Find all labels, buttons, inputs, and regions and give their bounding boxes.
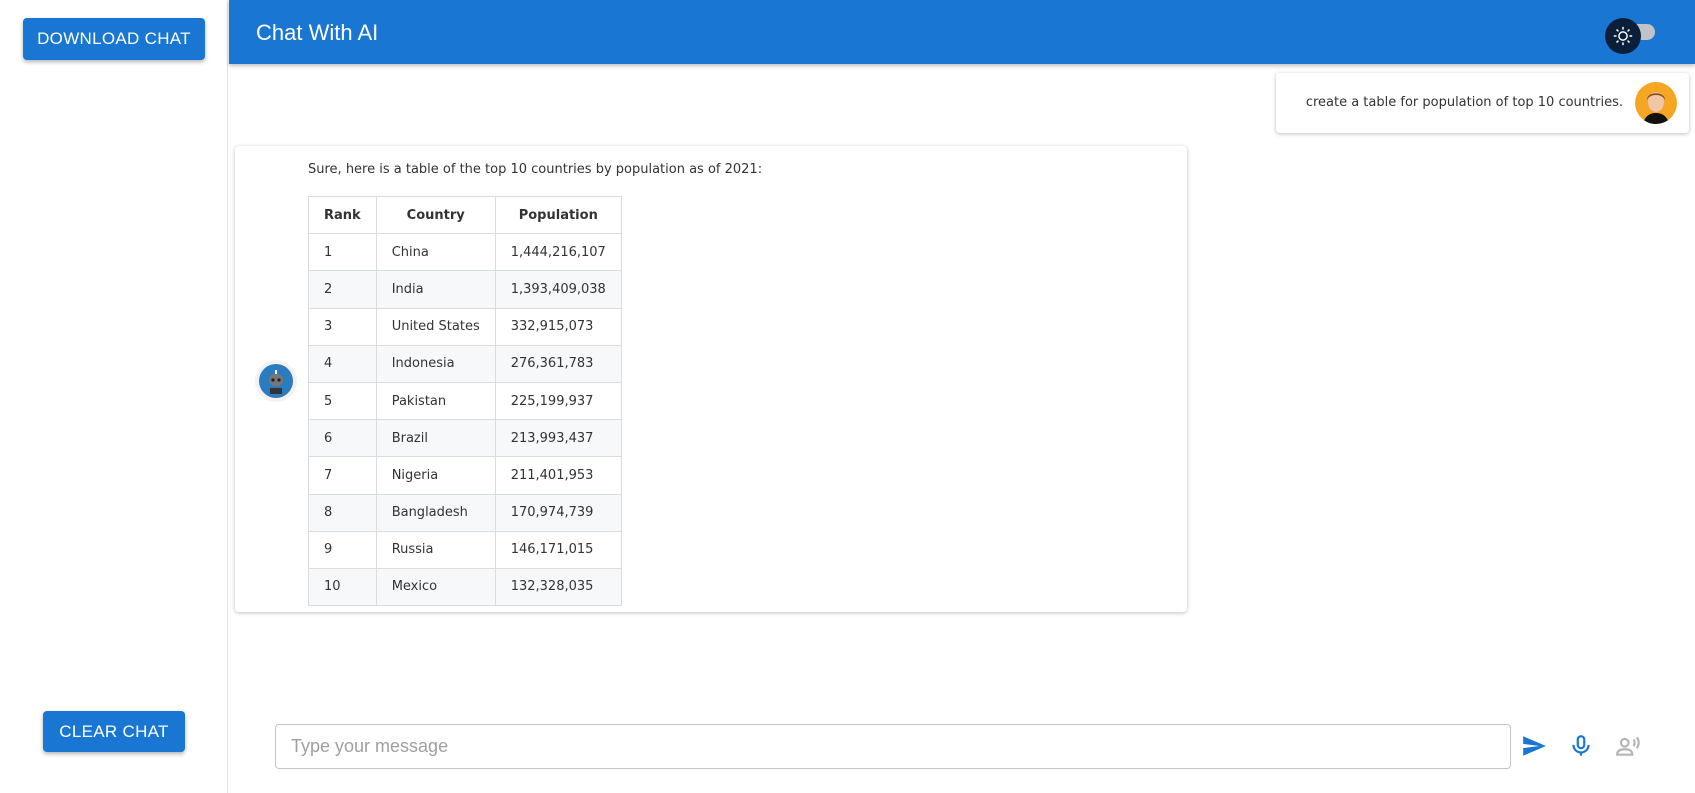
table-cell: United States (375, 307, 496, 346)
table-cell: 211,401,953 (494, 456, 622, 495)
page-title: Chat With AI (256, 20, 379, 45)
population-table: Rank Country Population 1 China 1,444,216,10… (308, 195, 622, 607)
table-cell: Nigeria (375, 456, 496, 495)
table-row: 2 India 1,393,409,038 (308, 270, 622, 309)
microphone-icon (1572, 735, 1590, 756)
table-row: 10 Mexico 132,328,035 (308, 567, 622, 607)
table-cell: 8 (308, 493, 377, 532)
table-row: 7 Nigeria 211,401,953 (308, 456, 622, 495)
table-cell: 170,974,739 (494, 493, 622, 532)
table-cell: 132,328,035 (494, 567, 622, 607)
table-row: 5 Pakistan 225,199,937 (308, 381, 622, 421)
sun-icon (1613, 26, 1633, 46)
user-message: create a table for population of top 10 … (1276, 73, 1689, 133)
theme-toggle[interactable] (1605, 18, 1641, 54)
user-message-text: create a table for population of top 10 … (1305, 95, 1623, 110)
table-cell: 3 (308, 307, 377, 346)
table-cell: 332,915,073 (494, 307, 622, 346)
table-row: 3 United States 332,915,073 (308, 307, 622, 346)
table-cell: 5 (308, 381, 377, 421)
app-header: Chat With AI (229, 0, 1695, 64)
table-row: 6 Brazil 213,993,437 (308, 419, 622, 458)
clear-chat-button[interactable]: CLEAR CHAT (43, 711, 185, 752)
bot-message-text: Sure, here is a table of the top 10 coun… (308, 162, 763, 177)
table-cell: 276,361,783 (494, 344, 622, 383)
table-cell: 1,444,216,107 (494, 233, 622, 272)
voice-chat-button[interactable] (1613, 731, 1643, 761)
table-cell: 6 (308, 419, 377, 458)
table-cell: Mexico (375, 567, 496, 607)
table-cell: Brazil (375, 419, 496, 458)
table-cell: India (375, 270, 496, 309)
table-row: 8 Bangladesh 170,974,739 (308, 493, 622, 532)
table-cell: 1 (308, 233, 377, 272)
user-avatar (1635, 82, 1677, 124)
send-button[interactable] (1519, 731, 1549, 761)
column-header: Population (494, 195, 622, 235)
table-cell: China (375, 233, 496, 272)
column-header: Country (375, 195, 496, 235)
table-cell: 4 (308, 344, 377, 383)
table-cell: 10 (308, 567, 377, 607)
column-header: Rank (308, 195, 377, 235)
message-input[interactable] (275, 724, 1511, 769)
table-cell: 146,171,015 (494, 530, 622, 569)
send-icon (1523, 736, 1546, 756)
table-row: 1 China 1,444,216,107 (308, 233, 622, 272)
sidebar: DOWNLOAD CHAT CLEAR CHAT (0, 0, 228, 793)
table-cell: Russia (375, 530, 496, 569)
table-cell: Indonesia (375, 344, 496, 383)
bot-message: Sure, here is a table of the top 10 coun… (235, 146, 1187, 612)
microphone-button[interactable] (1566, 731, 1596, 761)
table-cell: Pakistan (375, 381, 496, 421)
voice-chat-icon (1616, 736, 1640, 756)
table-cell: 1,393,409,038 (494, 270, 622, 309)
download-chat-button[interactable]: DOWNLOAD CHAT (23, 18, 205, 60)
bot-avatar (255, 360, 297, 402)
table-cell: 225,199,937 (494, 381, 622, 421)
table-cell: Bangladesh (375, 493, 496, 532)
table-row: 9 Russia 146,171,015 (308, 530, 622, 569)
table-cell: 2 (308, 270, 377, 309)
table-cell: 9 (308, 530, 377, 569)
table-cell: 7 (308, 456, 377, 495)
table-cell: 213,993,437 (494, 419, 622, 458)
table-row: 4 Indonesia 276,361,783 (308, 344, 622, 383)
